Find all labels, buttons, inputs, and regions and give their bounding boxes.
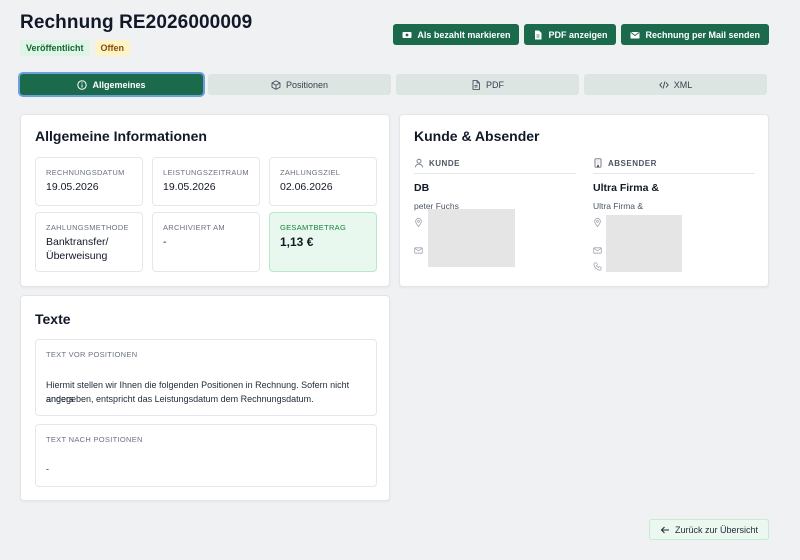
tab-label: Allgemeines bbox=[92, 79, 146, 90]
divider bbox=[593, 173, 755, 174]
field-label: Zahlungsmethode bbox=[46, 223, 129, 232]
mark-paid-button[interactable]: Als bezahlt markieren bbox=[393, 24, 520, 45]
arrow-left-icon bbox=[660, 526, 669, 533]
text-before-line2: angegeben, entspricht das Leistungsdatum… bbox=[46, 394, 314, 404]
tab-label: PDF bbox=[486, 79, 504, 90]
redacted-address bbox=[428, 209, 515, 267]
field-value: - bbox=[163, 236, 167, 248]
file-icon bbox=[472, 79, 480, 90]
location-pin-icon bbox=[594, 218, 601, 227]
customer-heading: KUNDE bbox=[414, 158, 460, 168]
customer-heading-label: KUNDE bbox=[429, 158, 460, 168]
back-to-overview-button[interactable]: Zurück zur Übersicht bbox=[648, 519, 769, 540]
mail-icon bbox=[593, 247, 602, 254]
field-value: 02.06.2026 bbox=[280, 181, 333, 193]
payment-method-field: Zahlungsmethode Banktransfer/ Überweisun… bbox=[35, 212, 143, 272]
field-label: Leistungszeitraum bbox=[163, 168, 249, 177]
sender-contact: Ultra Firma & bbox=[593, 201, 644, 211]
tab-positionen[interactable]: Positionen bbox=[208, 74, 391, 95]
total-amount-field: Gesamtbetrag 1,13 € bbox=[269, 212, 377, 272]
sender-heading: ABSENDER bbox=[593, 158, 657, 168]
field-label: Rechnungsdatum bbox=[46, 168, 125, 177]
mark-paid-label: Als bezahlt markieren bbox=[417, 29, 511, 40]
sender-name: Ultra Firma & bbox=[593, 182, 659, 194]
show-pdf-label: PDF anzeigen bbox=[548, 29, 608, 40]
field-label: Gesamtbetrag bbox=[280, 223, 347, 232]
tab-bar: Allgemeines Positionen PDF XML bbox=[20, 74, 767, 95]
status-badge-open: Offen bbox=[94, 40, 131, 56]
service-period-field: Leistungszeitraum 19.05.2026 bbox=[152, 157, 260, 206]
location-pin-icon bbox=[415, 218, 422, 227]
text-before-label: TEXT VOR POSITIONEN bbox=[46, 350, 138, 359]
general-info-card: Allgemeine Informationen Rechnungsdatum … bbox=[20, 114, 390, 287]
tab-allgemeines[interactable]: Allgemeines bbox=[20, 74, 203, 95]
action-toolbar: Als bezahlt markieren PDF anzeigen Rechn… bbox=[393, 24, 769, 45]
send-mail-label: Rechnung per Mail senden bbox=[645, 29, 760, 40]
phone-icon bbox=[593, 262, 602, 271]
user-icon bbox=[414, 158, 424, 168]
payment-method-line2: Überweisung bbox=[46, 250, 108, 262]
field-value: 19.05.2026 bbox=[163, 181, 216, 193]
text-after-positions: TEXT NACH POSITIONEN - bbox=[35, 424, 377, 487]
redacted-address bbox=[606, 215, 682, 272]
field-label: Zahlungsziel bbox=[280, 168, 341, 177]
texts-title: Texte bbox=[35, 311, 71, 327]
payment-method-line1: Banktransfer/ bbox=[46, 236, 109, 248]
tab-xml[interactable]: XML bbox=[584, 74, 767, 95]
box-icon bbox=[271, 79, 281, 90]
tab-label: XML bbox=[673, 79, 693, 90]
info-icon bbox=[77, 79, 88, 90]
pdf-file-icon bbox=[535, 30, 542, 39]
tab-label: Positionen bbox=[285, 79, 329, 90]
mail-icon bbox=[630, 31, 640, 38]
general-info-title: Allgemeine Informationen bbox=[35, 128, 207, 144]
code-icon bbox=[658, 80, 669, 89]
field-value: Banktransfer/ Überweisung bbox=[46, 235, 108, 263]
banknote-icon bbox=[402, 31, 412, 38]
divider bbox=[414, 173, 576, 174]
status-badges: Veröffentlicht Offen bbox=[20, 40, 131, 56]
field-value: 19.05.2026 bbox=[46, 181, 99, 193]
building-icon bbox=[594, 158, 602, 168]
status-badge-published: Veröffentlicht bbox=[20, 40, 90, 56]
parties-title: Kunde & Absender bbox=[414, 128, 540, 144]
text-after-value: - bbox=[46, 464, 49, 474]
show-pdf-button[interactable]: PDF anzeigen bbox=[524, 24, 617, 45]
send-mail-button[interactable]: Rechnung per Mail senden bbox=[621, 24, 769, 45]
field-label: Archiviert am bbox=[163, 223, 225, 232]
text-before-positions: TEXT VOR POSITIONEN Hiermit stellen wir … bbox=[35, 339, 377, 416]
mail-icon bbox=[414, 247, 423, 254]
text-after-label: TEXT NACH POSITIONEN bbox=[46, 435, 143, 444]
tab-pdf[interactable]: PDF bbox=[396, 74, 579, 95]
back-label: Zurück zur Übersicht bbox=[674, 524, 758, 535]
sender-heading-label: ABSENDER bbox=[608, 158, 657, 168]
total-amount-value: 1,13 € bbox=[280, 235, 314, 249]
due-date-field: Zahlungsziel 02.06.2026 bbox=[269, 157, 377, 206]
archived-at-field: Archiviert am - bbox=[152, 212, 260, 272]
page-title: Rechnung RE2026000009 bbox=[20, 12, 253, 33]
texts-card: Texte TEXT VOR POSITIONEN Hiermit stelle… bbox=[20, 295, 390, 501]
invoice-date-field: Rechnungsdatum 19.05.2026 bbox=[35, 157, 143, 206]
customer-name: DB bbox=[414, 182, 430, 194]
